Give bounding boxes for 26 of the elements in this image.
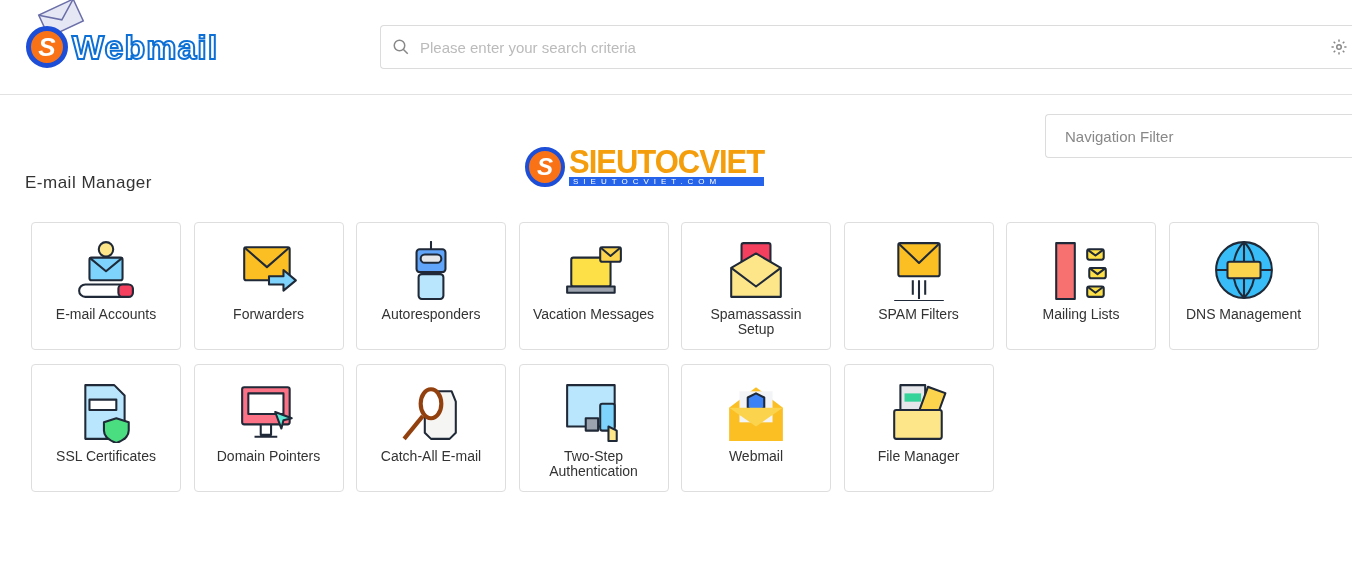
search-field[interactable]: Please enter your search criteria <box>380 25 1352 69</box>
globe-icon <box>1212 239 1275 301</box>
tool-tile[interactable]: Mailing Lists <box>1006 222 1156 350</box>
section-title: E-mail Manager <box>25 172 153 194</box>
brand-name: SIEUTOCVIET <box>569 145 765 179</box>
tool-tile[interactable]: File Manager <box>843 364 994 492</box>
settings-icon[interactable] <box>1330 38 1348 56</box>
navigation-filter-field[interactable]: Navigation Filter <box>1045 114 1352 158</box>
tool-tile[interactable]: Two-Step Authentication <box>518 364 669 492</box>
brand-domain: SIEUTOCVIET.COM <box>569 177 765 186</box>
account-icon <box>75 239 137 301</box>
tool-tile[interactable]: SSL Certificates <box>31 364 181 492</box>
tool-tile[interactable]: SPAM Filters <box>843 222 994 350</box>
search-icon <box>392 38 410 56</box>
tool-tile[interactable]: Forwarders <box>193 222 344 350</box>
tool-tile[interactable]: Spamassassin Setup <box>681 222 831 350</box>
tool-tile[interactable]: E-mail Accounts <box>31 222 181 350</box>
tool-tile[interactable]: Vacation Messages <box>518 222 669 350</box>
brand-badge: S <box>525 147 565 187</box>
tool-tile[interactable]: Webmail <box>681 364 831 492</box>
logo-badge: S <box>26 26 68 68</box>
logo-text: Webmail <box>72 26 219 68</box>
tool-tile[interactable]: Autoresponders <box>356 222 506 350</box>
tool-tile[interactable]: DNS Management <box>1168 222 1319 350</box>
tool-tile[interactable]: Catch-All E-mail <box>356 364 506 492</box>
tool-tile[interactable]: Domain Pointers <box>193 364 344 492</box>
